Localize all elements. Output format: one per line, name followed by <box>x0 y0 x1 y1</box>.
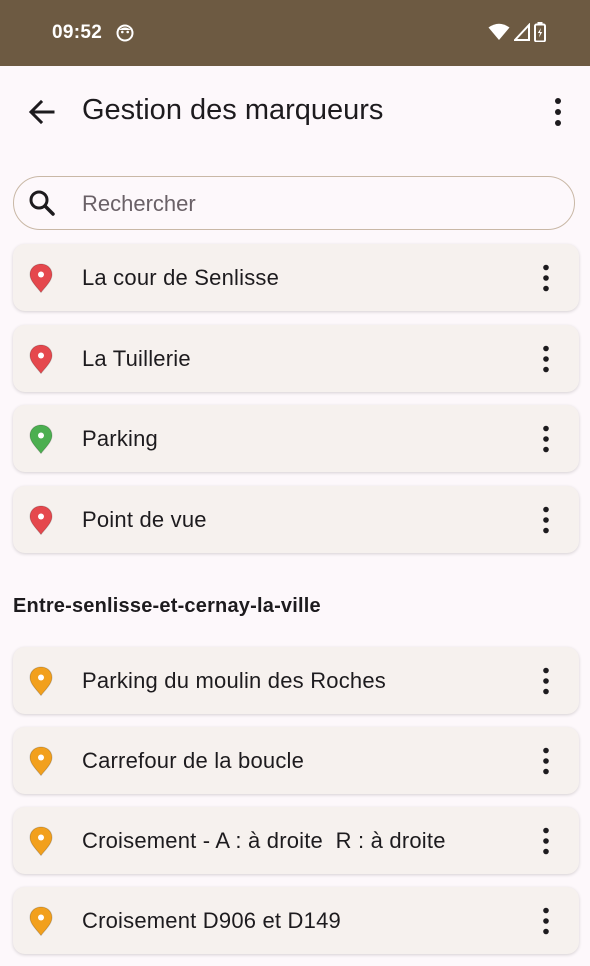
map-pin-icon <box>29 666 53 696</box>
map-pin-icon <box>29 746 53 776</box>
wifi-icon <box>488 23 510 40</box>
pin-shape <box>29 344 53 374</box>
marker-card[interactable]: La cour de Senlisse <box>13 244 579 311</box>
pin-shape <box>29 263 53 293</box>
more-vert-icon[interactable] <box>535 263 557 293</box>
search-input[interactable] <box>80 185 554 223</box>
map-pin-icon <box>29 344 53 374</box>
status-icons <box>488 22 546 42</box>
search-bar[interactable] <box>13 176 575 230</box>
search-icon <box>29 190 55 216</box>
marker-label: Croisement D906 et D149 <box>82 908 341 933</box>
map-pin-icon <box>29 263 53 293</box>
pin-shape <box>29 424 53 454</box>
marker-label: Carrefour de la boucle <box>82 748 305 773</box>
more-vert-icon[interactable] <box>535 826 557 856</box>
marker-card[interactable]: La Tuillerie <box>13 325 579 392</box>
map-pin-icon <box>29 906 53 936</box>
marker-card[interactable]: Croisement - A : à droite R : à droite <box>13 807 579 874</box>
map-pin-icon <box>29 424 53 454</box>
marker-label: Parking du moulin des Roches <box>82 668 386 693</box>
marker-label: Point de vue <box>82 507 207 532</box>
pin-shape <box>29 505 53 535</box>
pin-shape <box>29 666 53 696</box>
more-vert-icon[interactable] <box>535 746 557 776</box>
marker-label: La cour de Senlisse <box>82 265 280 290</box>
marker-card[interactable]: Croisement D906 et D149 <box>13 887 579 954</box>
page-title: Gestion des marqueurs <box>82 94 384 126</box>
marker-label: La Tuillerie <box>82 346 191 371</box>
signal-icon <box>514 23 530 41</box>
pin-shape <box>29 746 53 776</box>
marker-label: Parking <box>82 426 158 451</box>
more-vert-icon[interactable] <box>535 906 557 936</box>
more-vert-icon[interactable] <box>535 666 557 696</box>
map-pin-icon <box>29 505 53 535</box>
battery-icon <box>534 22 546 42</box>
more-vert-icon[interactable] <box>535 344 557 374</box>
status-bar: 09:52 <box>0 0 590 66</box>
arrow-back-icon[interactable] <box>24 94 60 130</box>
map-pin-icon <box>29 826 53 856</box>
group-title: Entre-senlisse-et-cernay-la-ville <box>13 595 321 617</box>
face-icon <box>116 24 134 42</box>
pin-shape <box>29 826 53 856</box>
marker-card[interactable]: Parking <box>13 405 579 472</box>
marker-card[interactable]: Point de vue <box>13 486 579 553</box>
marker-label: Croisement - A : à droite R : à droite <box>82 828 446 853</box>
pin-shape <box>29 906 53 936</box>
more-vert-icon[interactable] <box>546 94 570 130</box>
more-vert-icon[interactable] <box>535 505 557 535</box>
top-app-bar: Gestion des marqueurs <box>0 66 590 158</box>
marker-card[interactable]: Parking du moulin des Roches <box>13 647 579 714</box>
more-vert-icon[interactable] <box>535 424 557 454</box>
status-time: 09:52 <box>52 22 103 43</box>
marker-card[interactable]: Carrefour de la boucle <box>13 727 579 794</box>
